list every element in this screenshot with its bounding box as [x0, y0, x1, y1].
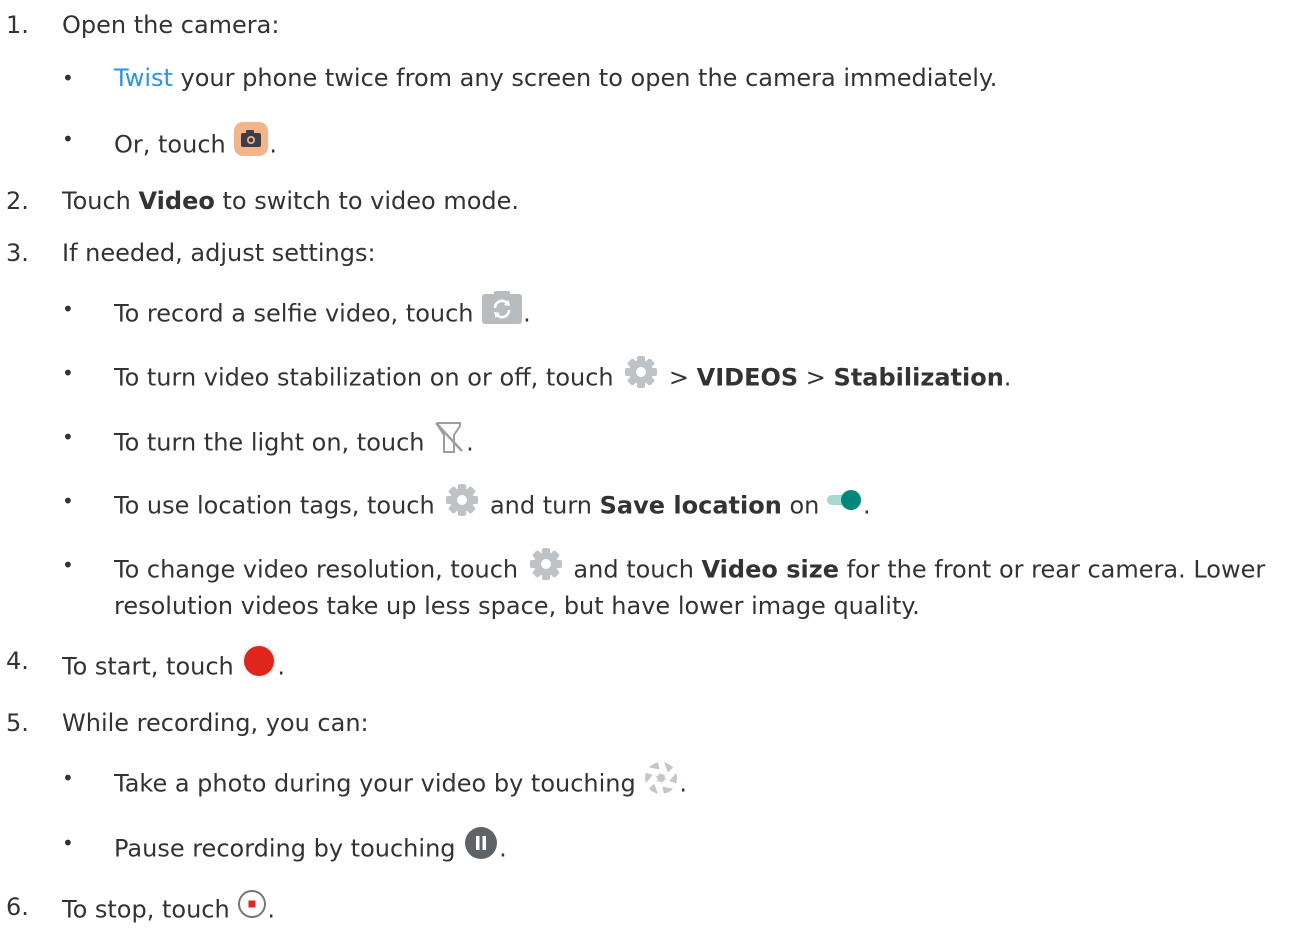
bullet-marker: • — [62, 831, 74, 855]
bullet-text: Take a photo during your video by touchi… — [114, 760, 687, 806]
camera-app-icon[interactable] — [233, 121, 269, 164]
step-text: Open the camera: — [62, 11, 280, 39]
bullet-marker: • — [62, 127, 74, 151]
stabilization-label: Stabilization — [833, 363, 1004, 392]
settings-gear-icon[interactable] — [621, 355, 661, 396]
bullet-marker: • — [62, 766, 74, 790]
bullet-text: To turn the light on, touch . — [114, 422, 474, 465]
bullet-text: To change video resolution, touch and to… — [114, 547, 1265, 591]
step-number: 3. — [6, 239, 29, 267]
bullet-text-continued: resolution videos take up less space, bu… — [114, 592, 920, 620]
step-text: To start, touch . — [62, 643, 285, 689]
step-number: 2. — [6, 187, 29, 215]
step-number: 6. — [6, 893, 29, 921]
video-size-label: Video size — [701, 555, 839, 584]
bullet-text: Pause recording by touching . — [114, 825, 507, 871]
bullet-text: Or, touch . — [114, 121, 277, 167]
twist-link[interactable]: Twist — [114, 64, 173, 92]
record-button-icon[interactable] — [241, 643, 277, 686]
save-location-label: Save location — [599, 491, 782, 520]
switch-camera-icon[interactable] — [481, 291, 523, 332]
step-text: To stop, touch . — [62, 889, 275, 929]
bullet-marker: • — [62, 297, 74, 321]
videos-label: VIDEOS — [696, 363, 799, 392]
bullet-marker: • — [62, 425, 74, 449]
bullet-text: To use location tags, touch and turn Sav… — [114, 483, 871, 527]
step-number: 1. — [6, 11, 29, 39]
bullet-marker: • — [62, 489, 74, 513]
step-number: 5. — [6, 709, 29, 737]
shutter-icon[interactable] — [643, 760, 679, 803]
bullet-text: Twist your phone twice from any screen t… — [114, 64, 998, 92]
pause-icon[interactable] — [463, 825, 499, 868]
step-number: 4. — [6, 647, 29, 675]
step-text: While recording, you can: — [62, 709, 369, 737]
bullet-marker: • — [62, 553, 74, 577]
bullet-text: To record a selfie video, touch . — [114, 291, 531, 335]
flashlight-off-icon[interactable] — [432, 419, 466, 462]
step-text: Touch Video to switch to video mode. — [62, 187, 520, 215]
bullet-marker: • — [62, 66, 74, 90]
settings-gear-icon[interactable] — [442, 483, 482, 524]
bullet-text: To turn video stabilization on or off, t… — [114, 355, 1011, 399]
bullet-marker: • — [62, 361, 74, 385]
toggle-on-icon[interactable] — [826, 488, 863, 519]
video-label: Video — [138, 187, 215, 215]
stop-button-icon[interactable] — [237, 889, 267, 926]
step-text: If needed, adjust settings: — [62, 239, 376, 267]
settings-gear-icon[interactable] — [526, 547, 566, 588]
